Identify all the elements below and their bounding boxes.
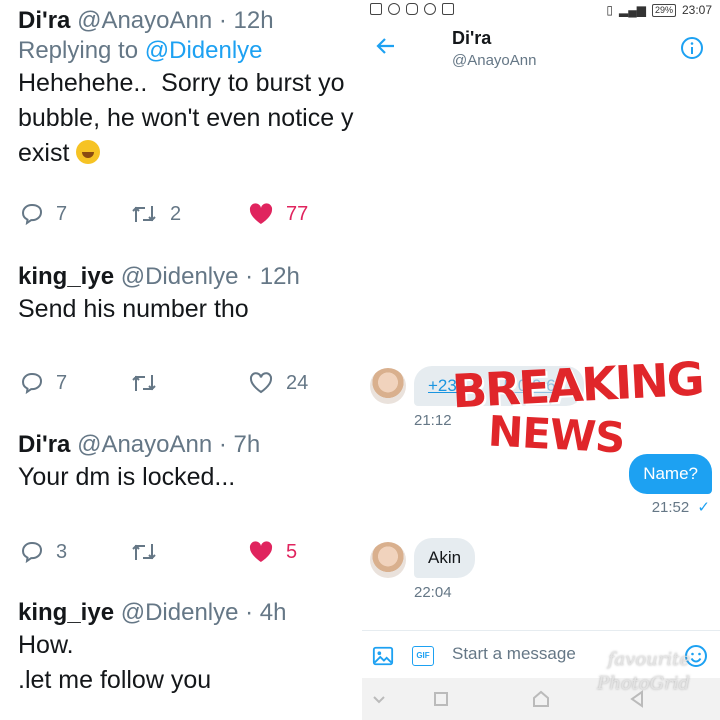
like-button[interactable]: 24	[248, 368, 308, 398]
tweet-author-handle[interactable]: @Didenlye · 12h	[121, 263, 300, 290]
like-count: 24	[286, 371, 309, 394]
tweet-thread-panel: Di'ra @AnayoAnn · 12h Replying to @Diden…	[0, 0, 362, 720]
dm-header: Di'ra @AnayoAnn	[362, 20, 720, 76]
tweet-text: How. .let me follow you	[18, 631, 212, 694]
tweet-text: Your dm is locked...	[18, 463, 236, 491]
tweet-author-name[interactable]: Di'ra	[18, 431, 70, 458]
reply-icon	[21, 372, 43, 395]
like-button[interactable]: 77	[248, 199, 308, 229]
replying-to: Replying to @Didenlye	[18, 37, 263, 64]
retweet-icon	[132, 206, 156, 222]
tweet-actions: 3 5	[18, 537, 362, 567]
breaking-news-sticker: BREAKING NEWS	[451, 351, 704, 468]
reply-count: 3	[56, 540, 68, 563]
reply-count: 7	[56, 371, 68, 394]
heart-outline-icon	[249, 372, 273, 394]
retweet-icon	[132, 544, 156, 560]
avatar[interactable]	[370, 368, 406, 404]
reply-icon	[21, 203, 43, 226]
signal-icon: ▂▄▆	[618, 3, 646, 17]
tweet-author-name[interactable]: king_iye	[18, 599, 114, 626]
avatar[interactable]	[370, 542, 406, 578]
mention-link[interactable]: @Didenlye	[145, 37, 263, 64]
read-check-icon: ✓	[697, 499, 710, 516]
conversation-handle: @AnayoAnn	[452, 52, 537, 69]
like-count: 5	[286, 540, 298, 563]
tweet[interactable]: Di'ra @AnayoAnn · 7h Your dm is locked..…	[18, 430, 362, 495]
tweet[interactable]: Di'ra @AnayoAnn · 12h Replying to @Diden…	[18, 6, 362, 171]
hide-keyboard-icon[interactable]	[370, 690, 388, 708]
reply-icon	[21, 541, 43, 564]
message-bubble-received[interactable]: Akin	[414, 538, 476, 578]
like-count: 77	[286, 202, 309, 225]
message-notification-icon	[370, 3, 382, 15]
tweet-author-name[interactable]: Di'ra	[18, 7, 70, 34]
heart-filled-icon	[249, 541, 273, 562]
heart-filled-icon	[249, 203, 273, 224]
app-notification-icon	[424, 3, 436, 15]
home-icon[interactable]	[532, 690, 550, 708]
message-timestamp: 21:12	[414, 412, 452, 429]
message-timestamp-read: 21:52 ✓	[651, 499, 710, 516]
retweet-button[interactable]	[130, 368, 170, 398]
like-button[interactable]: 5	[248, 537, 297, 567]
news-text: NEWS	[486, 406, 626, 463]
tweet-author-handle[interactable]: @AnayoAnn · 7h	[77, 431, 260, 458]
tweet[interactable]: king_iye @Didenlye · 12h Send his number…	[18, 262, 362, 327]
recent-apps-icon[interactable]	[432, 690, 450, 708]
retweet-count: 2	[170, 202, 182, 225]
laughing-emoji-icon	[76, 140, 101, 164]
retweet-button[interactable]	[130, 537, 170, 567]
retweet-button[interactable]: 2	[130, 199, 181, 229]
tweet-text: Send his number tho	[18, 295, 249, 323]
gif-button[interactable]: GIF	[412, 646, 434, 666]
tweet-author-handle[interactable]: @AnayoAnn · 12h	[77, 7, 274, 34]
clock: 23:07	[681, 3, 712, 17]
reply-button[interactable]: 7	[20, 199, 67, 229]
tweet-actions: 7 24	[18, 368, 362, 398]
gallery-notification-icon	[442, 3, 454, 15]
battery-indicator: 29%	[651, 3, 676, 17]
image-icon[interactable]	[372, 645, 394, 667]
conversation-name: Di'ra	[452, 28, 492, 48]
reply-button[interactable]: 3	[20, 537, 67, 567]
tweet-author-name[interactable]: king_iye	[18, 263, 114, 290]
retweet-icon	[132, 375, 156, 391]
info-icon[interactable]	[680, 36, 704, 60]
tweet-author-handle[interactable]: @Didenlye · 4h	[121, 599, 287, 626]
reply-button[interactable]: 7	[20, 368, 67, 398]
instagram-notification-icon	[406, 3, 418, 15]
status-bar: ▯ ▂▄▆ 29% 23:07	[362, 0, 720, 20]
back-arrow-icon[interactable]	[374, 34, 398, 58]
tweet[interactable]: king_iye @Didenlye · 4h How. .let me fol…	[18, 598, 362, 698]
tweet-actions: 7 2 77	[18, 199, 362, 229]
photogrid-watermark: favourite PhotoGrid	[597, 649, 690, 694]
message-timestamp: 22:04	[414, 584, 452, 601]
vibrate-icon: ▯	[606, 3, 613, 17]
tweet-text: Hehehehe.. Sorry to burst yo bubble, he …	[18, 69, 354, 167]
twitter-notification-icon	[388, 3, 400, 15]
reply-count: 7	[56, 202, 68, 225]
